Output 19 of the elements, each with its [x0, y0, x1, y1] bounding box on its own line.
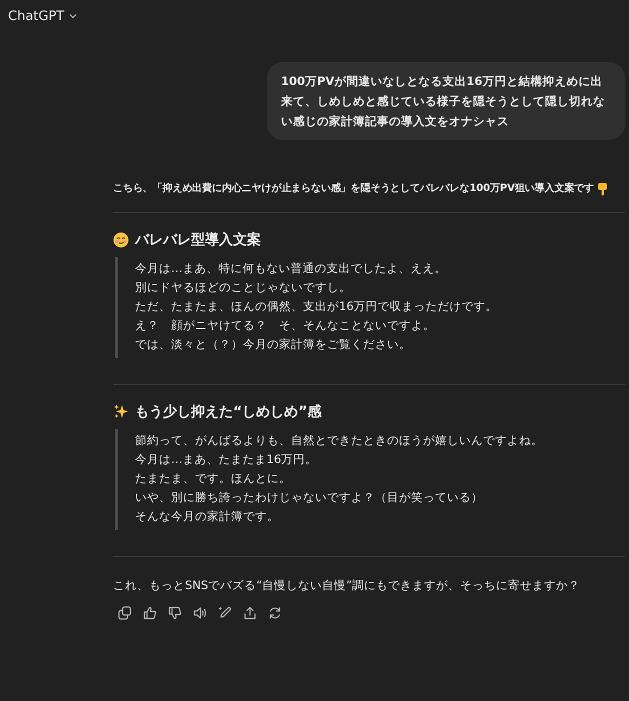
quote-line: ただ、たまたま、ほんの偶然、支出が16万円で収まっただけです。 [135, 298, 499, 315]
quote-line: 今月は…まあ、特に何もない普通の支出でしたよ、ええ。 [135, 260, 448, 277]
section-heading: バレバレ型導入文案 [135, 231, 261, 249]
sparkles-icon [113, 404, 129, 420]
quote-line: 節約って、がんばるよりも、自然とできたときのほうが嬉しいんですよね。 [135, 432, 544, 449]
quote-line: いや、別に勝ち誇ったわけじゃないですよ？（目が笑っている） [135, 489, 484, 506]
smirking-face-icon [113, 232, 129, 248]
quote-line: たまたま、です。ほんとに。 [135, 470, 292, 487]
model-selector[interactable]: ChatGPT [4, 4, 82, 28]
quote-line: え？ 顔がニヤけてる？ そ、そんなことないですよ。 [135, 317, 436, 334]
quote-line: そんな今月の家計簿です。 [135, 508, 280, 525]
quote-line: 別にドヤるほどのことじゃないですし。 [135, 279, 352, 296]
section-heading: もう少し抑えた“しめしめ”感 [135, 403, 322, 421]
quote-line: 今月は…まあ、たまたま16万円。 [135, 451, 318, 468]
reply-intro: こちら、「抑えめ出費に内心ニヤけが止まらない感」を隠そうとしてバレバレな100万PV狙い導入文案です [113, 181, 594, 196]
quote-line: では、淡々と（？）今月の家計簿をご覧ください。 [135, 336, 412, 353]
reply-closing: これ、もっとSNSでバズる“自慢しない自慢”調にもできますが、そっちに寄せますか？ [113, 577, 582, 594]
chevron-down-icon [68, 11, 78, 21]
user-message: 100万PVが間違いなしとなる支出16万円と結構抑えめに出来て、しめしめと感じている様子を隠そうとして隠し切れない感じの家計簿記事の導入文をオナシャス [267, 62, 625, 140]
